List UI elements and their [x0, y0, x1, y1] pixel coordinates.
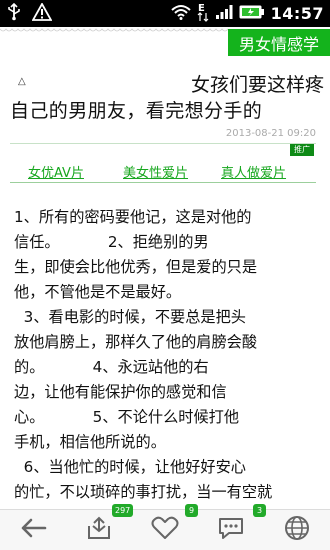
ad-link-2[interactable]: 美女性爱片: [123, 162, 188, 181]
globe-icon: [284, 515, 310, 545]
body-line: 3、看电影的时候，不要总是把头: [14, 308, 246, 326]
battery-icon: [239, 4, 265, 23]
favorite-count-badge: 9: [185, 504, 198, 517]
heart-icon: [151, 516, 179, 544]
sponsored-links: 推广 女优AV片 美女性爱片 真人做爱片: [10, 143, 316, 183]
status-right: E 14:57: [170, 2, 324, 26]
back-arrow-icon: [19, 517, 47, 543]
body-line: 放他肩膀上，那样久了他的肩膀会酸: [14, 333, 257, 351]
publish-date: 2013-08-21 09:20: [225, 128, 316, 139]
bottom-toolbar: 297 9 3: [0, 504, 330, 550]
category-header: 男女情感学: [0, 27, 330, 57]
body-line: 生，即使会比他优秀，但是爱的只是: [14, 258, 257, 276]
share-up-icon: [86, 516, 112, 544]
title-line-1: 女孩们要这样疼: [190, 74, 324, 96]
svg-text:E: E: [198, 3, 205, 14]
status-bar: E 14:57: [0, 0, 330, 27]
article-body: 1、所有的密码要他记，这是对他的 信任。 2、拒绝别的男 生，即使会比他优秀，但…: [14, 205, 320, 505]
body-line: 心。 5、不论什么时候打他: [14, 408, 240, 426]
body-line: 1、所有的密码要他记，这是对他的: [14, 208, 252, 226]
comment-icon: [217, 516, 245, 544]
ad-label: 推广: [290, 144, 314, 156]
wifi-icon: [170, 4, 191, 24]
body-line: 的。 4、永远站他的右: [14, 358, 209, 376]
body-line: 边，让他有能保护你的感觉和信: [14, 383, 227, 401]
ad-link-1[interactable]: 女优AV片: [28, 162, 84, 181]
browser-button[interactable]: [264, 510, 330, 550]
body-line: 他，不管他是不是最好。: [14, 283, 182, 301]
title-line-2: 自己的男朋友，看完想分手的: [10, 100, 263, 122]
share-count-badge: 297: [112, 504, 134, 517]
clock: 14:57: [270, 4, 324, 23]
favorite-button[interactable]: 9: [132, 504, 198, 550]
body-line: 信任。 2、拒绝别的男: [14, 233, 209, 251]
body-line: 的忙，不以琐碎的事打扰，当一有空就: [14, 483, 273, 501]
comment-button[interactable]: 3: [198, 504, 266, 550]
ad-link-3[interactable]: 真人做爱片: [221, 162, 286, 181]
category-tag[interactable]: 男女情感学: [228, 29, 330, 56]
warning-icon: [31, 1, 53, 25]
body-line: 6、当他忙的时候，让他好好安心: [14, 458, 246, 476]
status-left: [6, 1, 53, 25]
signal-icon: [215, 4, 233, 24]
body-line: 手机，相信他所说的。: [14, 433, 166, 451]
back-button[interactable]: [0, 510, 66, 550]
edge-data-icon: E: [197, 2, 209, 26]
share-button[interactable]: 297: [66, 504, 134, 550]
usb-icon: [6, 2, 22, 25]
